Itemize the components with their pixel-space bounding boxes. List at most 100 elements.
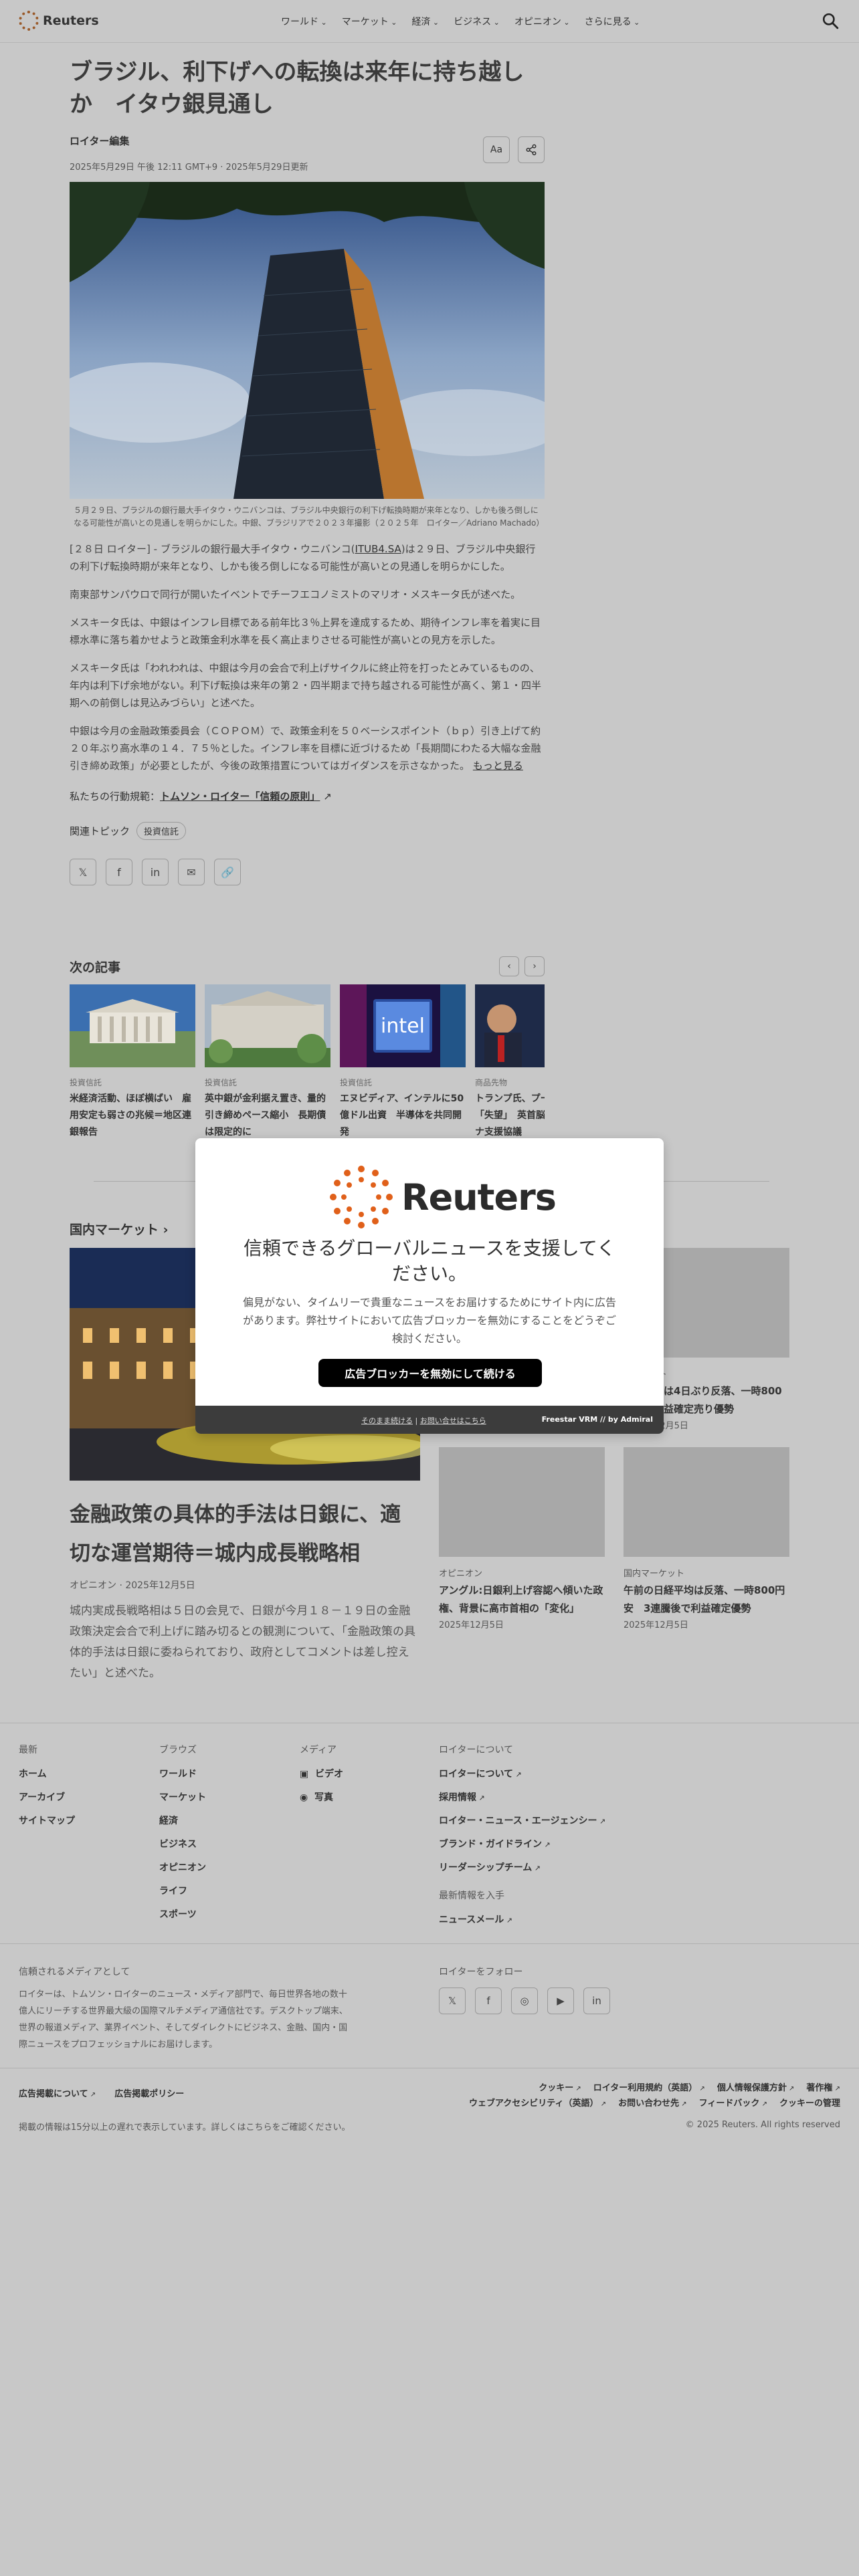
footer-link[interactable]: 採用情報 xyxy=(439,1790,605,1804)
legal-link[interactable]: ロイター利用規約（英語） xyxy=(593,2083,705,2093)
footer-link[interactable]: 経済 xyxy=(159,1814,206,1827)
article-byline[interactable]: ロイター編集 xyxy=(70,134,545,148)
legal-link[interactable]: 個人情報保護方針 xyxy=(717,2083,795,2093)
standards-label: 私たちの行動規範： xyxy=(70,790,161,802)
main-nav: ワールド マーケット 経済 ビジネス オピニオン さらに見る xyxy=(281,15,640,28)
link-icon[interactable]: 🔗 xyxy=(214,859,241,885)
article-card[interactable]: 投資信託 英中銀が金利据え置き、量的引き締めペース縮小 長期債は限定的に xyxy=(205,984,330,1145)
article-dateline: 2025年5月29日 午後 12:11 GMT+9 · 2025年5月29日更新 xyxy=(70,163,308,173)
footer-link-photos[interactable]: ◉ 写真 xyxy=(300,1790,343,1804)
footer-link[interactable]: サイトマップ xyxy=(19,1814,75,1827)
markets-main-title[interactable]: 金融政策の具体的手法は日銀に、適切な運営期待＝城内成長戦略相 xyxy=(70,1495,420,1573)
article: ブラジル、利下げへの転換は来年に持ち越しか イタウ銀見通し ロイター編集 202… xyxy=(70,56,545,885)
svg-text:intel: intel xyxy=(381,1014,425,1038)
side-card-topic: オピニオン xyxy=(439,1569,483,1579)
legal-link[interactable]: クッキーの管理 xyxy=(779,2099,840,2109)
footer-link[interactable]: ニュースメール xyxy=(439,1913,605,1926)
card-topic: 投資信託 xyxy=(205,1078,237,1087)
footer-heading: ブラウズ xyxy=(159,1745,197,1755)
nav-item-markets[interactable]: マーケット xyxy=(342,15,397,28)
contact-link[interactable]: お問い合せはこちら xyxy=(420,1416,486,1425)
nav-item-more[interactable]: さらに見る xyxy=(585,15,640,28)
linkedin-icon[interactable]: in xyxy=(142,859,169,885)
footer-link[interactable]: ライフ xyxy=(159,1884,206,1897)
nav-item-opinion[interactable]: オピニオン xyxy=(514,15,570,28)
youtube-icon[interactable]: ▶ xyxy=(547,1988,574,2014)
article-paragraph-3: メスキータ氏は、中銀はインフレ目標である前年比３％上昇を達成するため、期待インフ… xyxy=(70,617,541,646)
share-button[interactable] xyxy=(518,136,545,163)
article-card[interactable]: 投資信託 米経済活動、ほぼ横ばい 雇用安定も弱さの兆候＝地区連銀報告 xyxy=(70,984,195,1145)
share-icon xyxy=(526,144,537,156)
legal-link[interactable]: 広告掲載について xyxy=(19,2086,96,2099)
ticker-link[interactable]: ITUB4.SA xyxy=(355,543,401,555)
nav-item-world[interactable]: ワールド xyxy=(281,15,327,28)
footer-link[interactable]: ビジネス xyxy=(159,1837,206,1850)
legal-link[interactable]: クッキー xyxy=(539,2083,581,2093)
market-card-image xyxy=(439,1447,605,1557)
linkedin-icon[interactable]: in xyxy=(583,1988,610,2014)
side-card-topic: 国内マーケット xyxy=(624,1569,685,1579)
article-card[interactable]: intel 投資信託 エヌビディア、インテルに50億ドル出資 半導体を共同開発 xyxy=(340,984,466,1145)
continue-link[interactable]: そのまま続ける xyxy=(361,1416,413,1425)
modal-body: 偏見がない、タイムリーで貴重なニュースをお届けするためにサイト内に広告があります… xyxy=(242,1296,617,1345)
bank-of-england-image xyxy=(205,984,330,1067)
font-size-button[interactable]: Aa xyxy=(483,136,510,163)
search-icon[interactable] xyxy=(822,12,839,29)
footer-link[interactable]: ロイターについて xyxy=(439,1767,605,1780)
markets-main-meta: オピニオン · 2025年12月5日 xyxy=(70,1580,195,1591)
x-icon[interactable]: 𝕏 xyxy=(70,859,96,885)
paragraph-text: 中銀は今月の金融政策委員会（ＣＯＰＯＭ）で、政策金利を５０ベーシスポイント（ｂｐ… xyxy=(70,725,541,772)
market-side-card[interactable]: オピニオン アングル:日銀利上げ容認へ傾いた政権、背景に高市首相の「変化」 20… xyxy=(439,1447,605,1630)
nav-item-economy[interactable]: 経済 xyxy=(411,15,439,28)
trust-principles-link[interactable]: トムソン・ロイター「信頼の原則」 xyxy=(160,790,320,802)
legal-left-links: 広告掲載について 広告掲載ポリシー xyxy=(19,2086,184,2099)
next-articles-header: 次の記事 ‹ › xyxy=(70,956,545,976)
trusted-heading: 信頼されるメディアとして xyxy=(19,1967,130,1977)
disable-adblock-button[interactable]: 広告ブロッカーを無効にして続ける xyxy=(318,1359,542,1387)
footer-link[interactable]: アーカイブ xyxy=(19,1790,75,1804)
footer-link[interactable]: マーケット xyxy=(159,1790,206,1804)
instagram-icon[interactable]: ◎ xyxy=(511,1988,538,2014)
footer-link[interactable]: ロイター・ニュース・エージェンシー xyxy=(439,1814,605,1827)
modal-footer-bar: そのまま続ける | お問い合せはこちら Freestar VRM // by A… xyxy=(195,1406,664,1434)
legal-link[interactable]: フィードバック xyxy=(699,2099,767,2109)
market-side-card[interactable]: 国内マーケット 午前の日経平均は反落、一時800円安 3連騰後で利益確定優勢 2… xyxy=(624,1447,789,1630)
legal-link[interactable]: 広告掲載ポリシー xyxy=(114,2086,184,2099)
footer-link-label: ビデオ xyxy=(314,1769,343,1780)
nav-item-business[interactable]: ビジネス xyxy=(454,15,500,28)
legal-link[interactable]: お問い合わせ先 xyxy=(618,2099,687,2109)
footer-col-browse: ブラウズ ワールド マーケット 経済 ビジネス オピニオン ライフ スポーツ xyxy=(159,1743,206,1931)
x-icon[interactable]: 𝕏 xyxy=(439,1988,466,2014)
article-card[interactable]: 商品先物 トランプ氏、プーチン氏に「失望」 英首脳とウクライナ支援協議 xyxy=(475,984,545,1145)
freestar-brand[interactable]: Freestar VRM // by Admiral xyxy=(542,1415,653,1424)
facebook-icon[interactable]: f xyxy=(475,1988,502,2014)
card-topic: 投資信託 xyxy=(70,1078,102,1087)
side-card-title: 午前の日経平均は反落、一時800円安 3連騰後で利益確定優勢 xyxy=(624,1584,785,1614)
facebook-icon[interactable]: f xyxy=(106,859,132,885)
reuters-logo[interactable]: Reuters xyxy=(19,11,99,31)
footer-link[interactable]: リーダーシップチーム xyxy=(439,1860,605,1874)
logo-text: Reuters xyxy=(43,13,99,28)
footer-link[interactable]: ホーム xyxy=(19,1767,75,1780)
next-arrow-icon[interactable]: › xyxy=(524,956,545,976)
footer-link[interactable]: ブランド・ガイドライン xyxy=(439,1837,605,1850)
legal-link[interactable]: 著作権 xyxy=(806,2083,840,2093)
share-row: 𝕏 f in ✉ 🔗 xyxy=(70,859,545,885)
video-icon: ▣ xyxy=(300,1769,309,1780)
footer-link[interactable]: スポーツ xyxy=(159,1907,206,1921)
topic-chip[interactable]: 投資信託 xyxy=(136,822,187,840)
footer-col-latest: 最新 ホーム アーカイブ サイトマップ xyxy=(19,1743,75,1837)
read-more-link[interactable]: もっと見る xyxy=(473,760,523,772)
email-icon[interactable]: ✉ xyxy=(178,859,205,885)
card-title: エヌビディア、インテルに50億ドル出資 半導体を共同開発 xyxy=(340,1093,464,1138)
footer-link[interactable]: ワールド xyxy=(159,1767,206,1780)
footer-link-video[interactable]: ▣ ビデオ xyxy=(300,1767,343,1780)
modal-logo-text: Reuters xyxy=(401,1176,557,1218)
domestic-markets-heading[interactable]: 国内マーケット xyxy=(70,1220,168,1238)
footer-link[interactable]: オピニオン xyxy=(159,1860,206,1874)
prev-arrow-icon[interactable]: ‹ xyxy=(499,956,519,976)
modal-title: 信頼できるグローバルニュースを支援してください。 xyxy=(243,1237,616,1285)
adblock-modal: Reuters 信頼できるグローバルニュースを支援してください。 偏見がない、タ… xyxy=(195,1138,664,1434)
legal-link[interactable]: ウェブアクセシビリティ（英語） xyxy=(469,2099,606,2109)
card-title: トランプ氏、プーチン氏に「失望」 英首脳とウクライナ支援協議 xyxy=(475,1093,545,1138)
